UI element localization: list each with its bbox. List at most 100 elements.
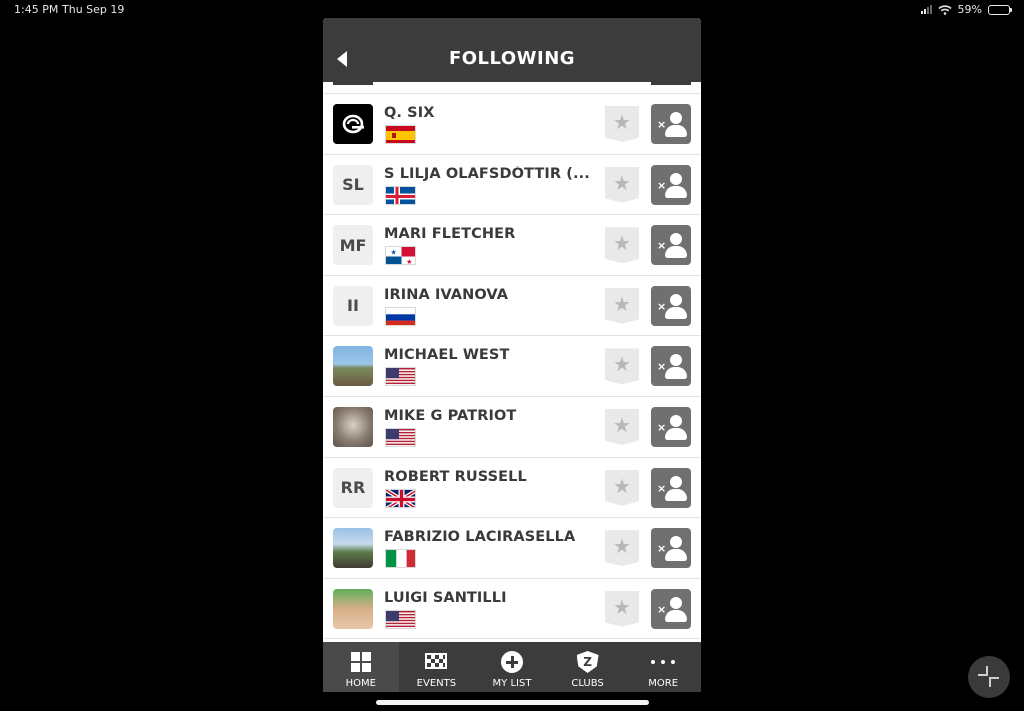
user-icon xyxy=(670,112,682,124)
unfollow-button[interactable]: × xyxy=(651,225,691,266)
svg-text:★: ★ xyxy=(406,258,412,265)
favorite-star-button[interactable]: ★ xyxy=(605,590,639,627)
remove-x-icon: × xyxy=(657,178,667,192)
favorite-star-button[interactable]: ★ xyxy=(605,227,639,264)
favorite-star-button[interactable]: ★ xyxy=(605,166,639,203)
home-indicator[interactable] xyxy=(376,700,649,705)
avatar-photo[interactable] xyxy=(333,528,373,569)
previous-row-partial xyxy=(323,82,701,94)
uk-flag-icon xyxy=(385,488,416,508)
favorite-star-button[interactable]: ★ xyxy=(605,287,639,324)
tab-label: MY LIST xyxy=(492,678,532,689)
rider-name[interactable]: MARI FLETCHER xyxy=(384,226,594,242)
rider-name[interactable]: MIKE G PATRIOT xyxy=(384,408,594,424)
favorite-star-button[interactable]: ★ xyxy=(605,348,639,385)
bottom-tab-bar: HOME EVENTS MY LIST Z CLUBS MORE xyxy=(323,642,701,692)
status-date: Thu Sep 19 xyxy=(62,3,125,16)
tab-label: EVENTS xyxy=(416,678,457,689)
avatar-initials[interactable]: RR xyxy=(333,467,373,508)
favorite-star-button[interactable]: ★ xyxy=(605,106,639,142)
rider-name[interactable]: IRINA IVANOVA xyxy=(384,287,594,303)
unfollow-button[interactable]: × xyxy=(651,285,691,326)
following-row[interactable]: FABRIZIO LACIRASELLA ★ × xyxy=(323,518,701,579)
following-row[interactable]: SL S LILJA OLAFSDÓTTIR (... ★ × xyxy=(323,154,701,216)
unfollow-button[interactable]: × xyxy=(651,104,691,144)
battery-percent: 59% xyxy=(957,3,982,16)
star-icon: ★ xyxy=(613,291,631,316)
rider-name[interactable]: LUIGI SANTILLI xyxy=(384,590,594,606)
remove-x-icon: × xyxy=(657,481,667,495)
star-icon: ★ xyxy=(613,412,631,437)
rider-name[interactable]: Q. SIX xyxy=(384,105,594,121)
tab-more[interactable]: MORE xyxy=(625,642,701,692)
rider-name[interactable]: S LILJA OLAFSDÓTTIR (... xyxy=(384,166,594,182)
unfollow-button[interactable]: × xyxy=(651,528,691,569)
following-row[interactable]: MF MARI FLETCHER ★ ★ ★ × xyxy=(323,215,701,276)
tab-clubs[interactable]: Z CLUBS xyxy=(550,642,626,692)
following-row[interactable]: MIKE G PATRIOT ★ × xyxy=(323,396,701,458)
russia-flag-icon xyxy=(385,306,416,326)
iceland-flag-icon xyxy=(385,185,416,205)
home-grid-icon xyxy=(350,651,372,673)
app-panel: FOLLOWING Q. SIX ★ × SL S LILJA OLAFSDÓTTIR … xyxy=(323,18,701,692)
star-icon: ★ xyxy=(613,534,631,559)
remove-x-icon: × xyxy=(657,239,667,253)
user-icon-body xyxy=(665,427,687,440)
avatar-logo[interactable] xyxy=(333,104,373,144)
remove-x-icon: × xyxy=(657,542,667,556)
user-icon-body xyxy=(665,185,687,198)
unfollow-button[interactable]: × xyxy=(651,406,691,447)
user-icon xyxy=(670,354,682,367)
avatar-photo[interactable] xyxy=(333,588,373,629)
following-row[interactable]: RR ROBERT RUSSELL ★ × xyxy=(323,457,701,519)
rider-name[interactable]: MICHAEL WEST xyxy=(384,347,594,363)
checkered-flag-icon xyxy=(425,653,448,669)
user-icon xyxy=(670,172,682,185)
header-bar: FOLLOWING xyxy=(323,18,701,82)
avatar-initials-text: MF xyxy=(339,235,367,255)
user-icon xyxy=(670,414,682,427)
user-icon-body xyxy=(665,609,687,622)
club-shield-icon: Z xyxy=(576,651,599,673)
avatar-initials[interactable]: II xyxy=(333,285,373,326)
unfollow-button[interactable]: × xyxy=(651,588,691,629)
team-logo-icon xyxy=(342,114,364,134)
star-icon: ★ xyxy=(613,473,631,498)
status-bar: 1:45 PM Thu Sep 19 59% xyxy=(0,0,1024,20)
status-right: 59% xyxy=(920,3,1012,16)
following-list[interactable]: Q. SIX ★ × SL S LILJA OLAFSDÓTTIR (... ★ × MF MA… xyxy=(323,94,701,640)
page-title: FOLLOWING xyxy=(448,48,576,69)
following-row[interactable]: Q. SIX ★ × xyxy=(323,94,701,155)
tab-events[interactable]: EVENTS xyxy=(399,642,475,692)
collapse-window-button[interactable] xyxy=(968,656,1010,698)
star-icon: ★ xyxy=(613,352,631,377)
avatar-initials[interactable]: SL xyxy=(333,164,373,205)
favorite-star-button[interactable]: ★ xyxy=(605,469,639,506)
status-time: 1:45 PM xyxy=(14,3,59,16)
user-icon xyxy=(670,233,682,246)
remove-x-icon: × xyxy=(657,299,667,313)
cellular-signal-icon xyxy=(920,5,932,14)
favorite-star-button[interactable]: ★ xyxy=(605,530,639,567)
avatar-photo[interactable] xyxy=(333,406,373,447)
tab-home[interactable]: HOME xyxy=(323,642,399,692)
avatar-photo[interactable] xyxy=(333,346,373,387)
usa-flag-icon xyxy=(385,367,416,387)
following-row[interactable]: LUIGI SANTILLI ★ × xyxy=(323,578,701,640)
following-row[interactable]: II IRINA IVANOVA ★ × xyxy=(323,275,701,337)
svg-text:★: ★ xyxy=(391,249,397,257)
following-row[interactable]: MICHAEL WEST ★ × xyxy=(323,336,701,397)
tab-label: HOME xyxy=(345,678,376,689)
unfollow-button[interactable]: × xyxy=(651,164,691,205)
remove-x-icon: × xyxy=(657,602,667,616)
rider-name[interactable]: FABRIZIO LACIRASELLA xyxy=(384,529,594,545)
unfollow-button[interactable]: × xyxy=(651,346,691,387)
avatar-initials[interactable]: MF xyxy=(333,225,373,266)
user-icon-body xyxy=(665,549,687,562)
favorite-star-button[interactable]: ★ xyxy=(605,408,639,445)
rider-name[interactable]: ROBERT RUSSELL xyxy=(384,469,594,485)
tab-my-list[interactable]: MY LIST xyxy=(474,642,550,692)
user-icon-body xyxy=(665,246,687,259)
unfollow-button[interactable]: × xyxy=(651,467,691,508)
battery-icon xyxy=(988,4,1012,15)
